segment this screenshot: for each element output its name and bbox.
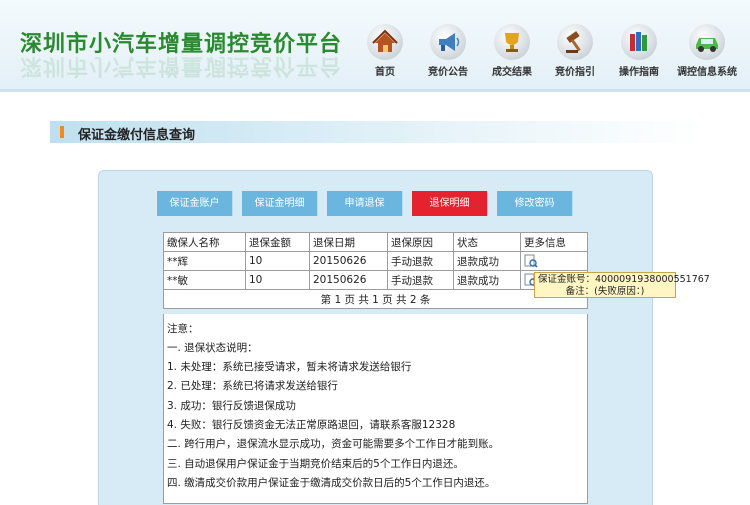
tooltip-remark: 备注：(失败原因：) [565,286,645,297]
account-info-tooltip: 保证金账号：4000091938000551767 备注：(失败原因：) [534,272,710,298]
gavel-icon [557,24,593,60]
tab-change-password[interactable]: 修改密码 [497,191,573,216]
content-panel: 保证金账户 保证金明细 申请退保 退保明细 修改密码 缴保人名称 退保金额 退保… [98,170,653,505]
section-title-bar: 保证金缴付信息查询 [50,121,700,143]
note-line: 1. 未处理：系统已接受请求，暂未将请求发送给银行 [167,361,412,373]
megaphone-icon [430,24,466,60]
magnifier-document-icon[interactable] [524,254,538,268]
cell-date: 20150626 [309,270,388,290]
house-icon [367,24,403,60]
note-line: 一. 退保状态说明： [167,342,258,354]
cell-reason: 手动退款 [387,251,454,271]
col-header-amount: 退保金额 [245,232,310,252]
note-line: 2. 已处理：系统已将请求发送给银行 [167,380,338,392]
tab-refund-request[interactable]: 申请退保 [327,191,403,216]
table-row: **敏 10 20150626 手动退款 退款成功 [163,270,588,290]
nav-item-results[interactable]: 成交结果 [482,24,542,78]
col-header-name: 缴保人名称 [163,232,246,252]
note-line: 三. 自动退保用户保证金于当期竞价结束后的5个工作日内退还。 [167,458,464,470]
site-header: 深圳市小汽车增量调控竞价平台 深圳市小汽车增量调控竞价平台 首页 竞价公告 成交… [0,0,750,92]
nav-item-bid-notice[interactable]: 竞价公告 [418,24,478,78]
tab-deposit-details[interactable]: 保证金明细 [242,191,318,216]
tab-refund-details[interactable]: 退保明细 [412,191,488,216]
refund-table: 缴保人名称 退保金额 退保日期 退保原因 状态 更多信息 **辉 10 2015… [163,232,588,309]
nav-item-bid-guide[interactable]: 竞价指引 [545,24,605,78]
note-line: 4. 失败：银行反馈资金无法正常原路退回，请联系客服12328 [167,419,456,431]
nav-label-bid-notice: 竞价公告 [428,67,468,78]
site-title-reflection: 深圳市小汽车增量调控竞价平台 [20,53,343,78]
note-line: 二. 跨行用户，退保流水显示成功，资金可能需要多个工作日才能到账。 [167,438,500,450]
section-title: 保证金缴付信息查询 [78,128,196,143]
cell-name: **辉 [163,251,246,271]
note-line: 3. 成功：银行反馈退保成功 [167,400,296,412]
nav-label-guide: 操作指南 [619,67,659,78]
cell-status: 退款成功 [453,270,521,290]
note-line: 四. 缴清成交价款用户保证金于缴清成交价款日后的5个工作日内退还。 [167,477,496,489]
tab-bar: 保证金账户 保证金明细 申请退保 退保明细 修改密码 [157,191,595,216]
cell-amount: 10 [245,270,310,290]
cell-status: 退款成功 [453,251,521,271]
nav-item-guide[interactable]: 操作指南 [609,24,669,78]
nav-item-home[interactable]: 首页 [355,24,415,78]
cell-reason: 手动退款 [387,270,454,290]
nav-item-control-system[interactable]: 调控信息系统 [677,24,737,78]
section-marker [60,126,64,138]
pager-row: 第 1 页 共 1 页 共 2 条 [163,289,588,309]
tab-deposit-account[interactable]: 保证金账户 [157,191,233,216]
pager-text: 第 1 页 共 1 页 共 2 条 [163,289,588,309]
col-header-reason: 退保原因 [387,232,454,252]
trophy-icon [494,24,530,60]
cell-name: **敏 [163,270,246,290]
cell-date: 20150626 [309,251,388,271]
car-icon [689,24,725,60]
cell-amount: 10 [245,251,310,271]
notes-box: 注意： 一. 退保状态说明： 1. 未处理：系统已接受请求，暂未将请求发送给银行… [163,314,588,504]
nav-label-home: 首页 [375,67,395,78]
table-header-row: 缴保人名称 退保金额 退保日期 退保原因 状态 更多信息 [163,232,588,252]
notes-heading: 注意： [167,323,199,335]
main-nav: 首页 竞价公告 成交结果 竞价指引 操作指南 调控信息系统 [355,24,745,79]
nav-label-control-system: 调控信息系统 [677,67,737,78]
col-header-more: 更多信息 [520,232,588,252]
col-header-status: 状态 [453,232,521,252]
cell-more [520,251,588,271]
nav-label-bid-guide: 竞价指引 [555,67,595,78]
tooltip-account: 保证金账号：4000091938000551767 [538,274,710,285]
books-icon [621,24,657,60]
table-row: **辉 10 20150626 手动退款 退款成功 [163,251,588,271]
nav-label-results: 成交结果 [492,67,532,78]
col-header-date: 退保日期 [309,232,388,252]
